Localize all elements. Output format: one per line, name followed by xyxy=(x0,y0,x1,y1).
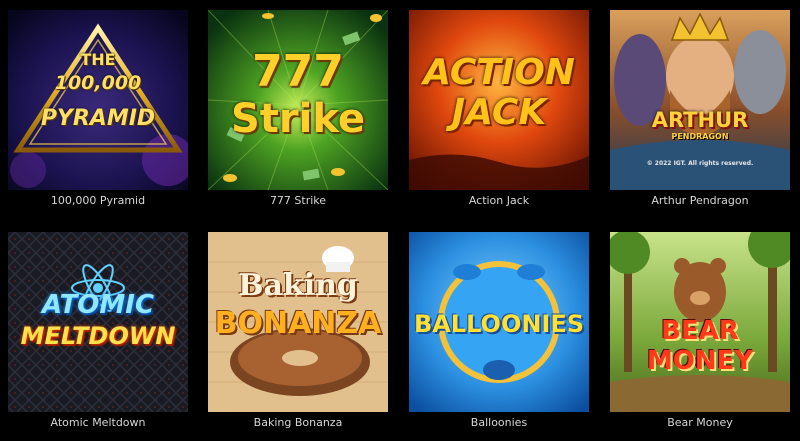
logo-line-2: MONEY xyxy=(646,346,754,376)
game-title[interactable]: Baking Bonanza xyxy=(208,416,388,430)
game-tile-balloonies[interactable]: BALLOONIES xyxy=(409,232,589,412)
game-title[interactable]: Balloonies xyxy=(409,416,589,430)
logo-line-1: THE xyxy=(80,50,116,69)
logo-line-2: Strike xyxy=(230,96,366,142)
copyright-notice: © 2022 IGT. All rights reserved. xyxy=(646,160,754,167)
logo-line-1: ATOMIC xyxy=(41,290,155,320)
game-tile-100000-pyramid[interactable]: THE 100,000 PYRAMID xyxy=(8,10,188,190)
game-tile-action-jack[interactable]: ACTION JACK xyxy=(409,10,589,190)
game-title[interactable]: Atomic Meltdown xyxy=(8,416,188,430)
game-title[interactable]: 100,000 Pyramid xyxy=(8,194,188,208)
logo-line-2: JACK xyxy=(451,92,547,133)
game-tile-bear-money[interactable]: BEAR MONEY xyxy=(610,232,790,412)
logo-line-2: 100,000 xyxy=(54,72,142,94)
game-tile-777-strike[interactable]: 777 Strike xyxy=(208,10,388,190)
logo-line-1: ARTHUR xyxy=(651,108,749,132)
game-title[interactable]: Bear Money xyxy=(610,416,790,430)
logo-line-1: BEAR xyxy=(661,316,739,346)
game-tile-atomic-meltdown[interactable]: ATOMIC MELTDOWN xyxy=(8,232,188,412)
logo-line-1: ACTION xyxy=(423,52,575,93)
game-title[interactable]: Action Jack xyxy=(409,194,589,208)
logo-line-1: 777 xyxy=(252,46,344,97)
pyramid-artwork xyxy=(8,10,188,190)
logo-line-1: Baking xyxy=(238,268,358,303)
logo-line-1: BALLOONIES xyxy=(413,310,585,338)
game-tile-arthur-pendragon[interactable]: ARTHUR PENDRAGON © 2022 IGT. All rights … xyxy=(610,10,790,190)
game-tile-baking-bonanza[interactable]: Baking BONANZA xyxy=(208,232,388,412)
logo-line-2: BONANZA xyxy=(214,306,382,341)
game-title[interactable]: 777 Strike xyxy=(208,194,388,208)
game-title[interactable]: Arthur Pendragon xyxy=(610,194,790,208)
logo-line-2: MELTDOWN xyxy=(20,322,176,350)
logo-line-2: PENDRAGON xyxy=(671,132,729,141)
logo-line-3: PYRAMID xyxy=(40,106,156,131)
game-grid: THE 100,000 PYRAMID 100,000 Pyramid 777 … xyxy=(0,0,800,441)
